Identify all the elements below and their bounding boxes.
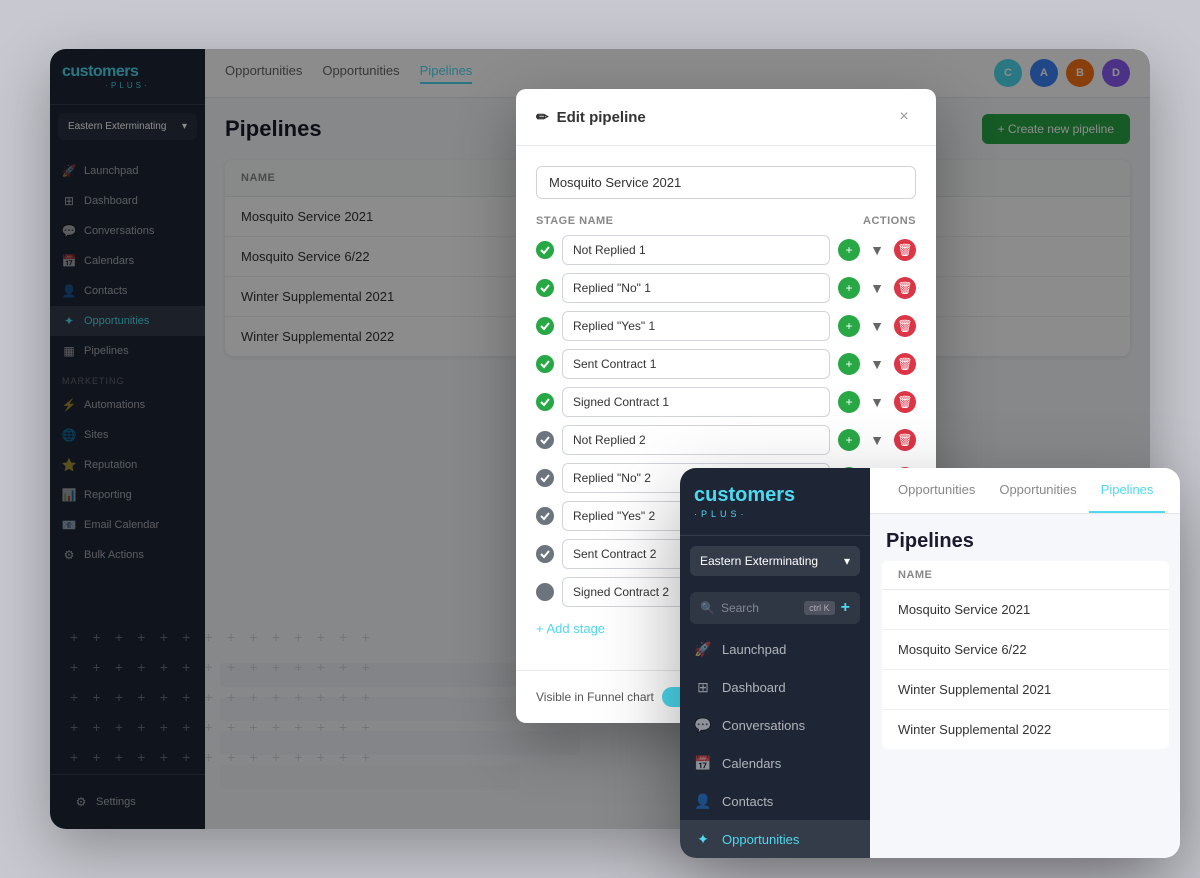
- zoomed-nav-item-opportunities[interactable]: ✦ Opportunities: [680, 820, 870, 858]
- stage-check: [536, 431, 554, 449]
- funnel-chart-label: Visible in Funnel chart: [536, 690, 654, 704]
- stage-check: [536, 317, 554, 335]
- stage-actions: + ▼ 🗑: [838, 429, 916, 451]
- zoomed-table-row[interactable]: Mosquito Service 2021: [882, 590, 1169, 630]
- zoomed-nav-label: Contacts: [722, 794, 773, 809]
- search-icon: 🔍: [700, 601, 715, 615]
- stage-row: + ▼ 🗑: [536, 425, 916, 455]
- zoomed-table-row[interactable]: Winter Supplemental 2022: [882, 710, 1169, 749]
- calendars-icon: 📅: [694, 754, 712, 772]
- stage-actions: + ▼ 🗑: [838, 353, 916, 375]
- stage-check: [536, 393, 554, 411]
- zoomed-nav-item-calendars[interactable]: 📅 Calendars: [680, 744, 870, 782]
- stage-name-label: Stage name: [536, 215, 614, 227]
- dashboard-icon: ⊞: [694, 678, 712, 696]
- stage-filter-button[interactable]: ▼: [866, 239, 888, 261]
- stage-actions: + ▼ 🗑: [838, 277, 916, 299]
- zoomed-nav-item-conversations[interactable]: 💬 Conversations: [680, 706, 870, 744]
- stage-add-button[interactable]: +: [838, 239, 860, 261]
- stage-name-input[interactable]: [562, 387, 830, 417]
- stage-actions: + ▼ 🗑: [838, 239, 916, 261]
- stage-filter-button[interactable]: ▼: [866, 277, 888, 299]
- zoomed-table-row[interactable]: Mosquito Service 6/22: [882, 630, 1169, 670]
- zoomed-card: customers ·PLUS· Eastern Exterminating ▾…: [680, 468, 1180, 858]
- stage-row: + ▼ 🗑: [536, 311, 916, 341]
- zoomed-nav-item-launchpad[interactable]: 🚀 Launchpad: [680, 630, 870, 668]
- zoomed-tab-opportunities-2[interactable]: Opportunities: [987, 468, 1088, 513]
- zoomed-tab-opportunities-1[interactable]: Opportunities: [886, 468, 987, 513]
- stage-name-input[interactable]: [562, 273, 830, 303]
- stage-check: [536, 279, 554, 297]
- stage-labels: Stage name Actions: [536, 215, 916, 227]
- modal-title: ✏ Edit pipeline: [536, 108, 646, 126]
- stage-delete-button[interactable]: 🗑: [894, 315, 916, 337]
- zoomed-table-header: Name: [882, 561, 1169, 590]
- zoomed-nav-label: Conversations: [722, 718, 805, 733]
- zoomed-logo-text: customers: [694, 484, 856, 507]
- stage-add-button[interactable]: +: [838, 429, 860, 451]
- stage-filter-button[interactable]: ▼: [866, 315, 888, 337]
- stage-delete-button[interactable]: 🗑: [894, 391, 916, 413]
- zoomed-nav-label: Calendars: [722, 756, 781, 771]
- modal-header: ✏ Edit pipeline ×: [516, 89, 936, 146]
- zoomed-search-kbd: ctrl K: [804, 601, 835, 615]
- zoomed-main: Opportunities Opportunities Pipelines Pi…: [870, 468, 1180, 858]
- zoomed-search-placeholder: Search: [721, 601, 798, 615]
- zoomed-nav-item-contacts[interactable]: 👤 Contacts: [680, 782, 870, 820]
- zoomed-company-select[interactable]: Eastern Exterminating ▾: [690, 546, 860, 576]
- stage-check: [536, 469, 554, 487]
- launchpad-icon: 🚀: [694, 640, 712, 658]
- stage-add-button[interactable]: +: [838, 277, 860, 299]
- zoomed-page-title: Pipelines: [870, 514, 1180, 561]
- stage-actions: + ▼ 🗑: [838, 391, 916, 413]
- stage-row: + ▼ 🗑: [536, 387, 916, 417]
- stage-check: [536, 583, 554, 601]
- pipeline-name-input[interactable]: [536, 166, 916, 199]
- stage-add-button[interactable]: +: [838, 391, 860, 413]
- funnel-chart-toggle-group: Visible in Funnel chart: [536, 687, 698, 707]
- stage-name-input[interactable]: [562, 349, 830, 379]
- opportunities-icon: ✦: [694, 830, 712, 848]
- conversations-icon: 💬: [694, 716, 712, 734]
- zoomed-table: Name Mosquito Service 2021 Mosquito Serv…: [870, 561, 1180, 749]
- stage-filter-button[interactable]: ▼: [866, 429, 888, 451]
- zoomed-nav-label: Dashboard: [722, 680, 786, 695]
- zoomed-table-row[interactable]: Winter Supplemental 2021: [882, 670, 1169, 710]
- actions-label: Actions: [863, 215, 916, 227]
- zoomed-search-plus[interactable]: +: [841, 599, 850, 617]
- stage-check: [536, 355, 554, 373]
- stage-add-button[interactable]: +: [838, 353, 860, 375]
- stage-check: [536, 241, 554, 259]
- stage-check: [536, 507, 554, 525]
- zoomed-nav-item-dashboard[interactable]: ⊞ Dashboard: [680, 668, 870, 706]
- stage-delete-button[interactable]: 🗑: [894, 353, 916, 375]
- stage-filter-button[interactable]: ▼: [866, 353, 888, 375]
- stage-row: + ▼ 🗑: [536, 235, 916, 265]
- stage-name-input[interactable]: [562, 311, 830, 341]
- zoomed-search[interactable]: 🔍 Search ctrl K +: [690, 592, 860, 624]
- stage-check: [536, 545, 554, 563]
- zoomed-logo-sub: ·PLUS·: [694, 509, 856, 519]
- zoomed-tabs: Opportunities Opportunities Pipelines: [870, 468, 1180, 514]
- contacts-icon: 👤: [694, 792, 712, 810]
- zoomed-tab-pipelines[interactable]: Pipelines: [1089, 468, 1166, 513]
- modal-close-button[interactable]: ×: [892, 105, 916, 129]
- stage-actions: + ▼ 🗑: [838, 315, 916, 337]
- chevron-down-icon: ▾: [844, 554, 850, 568]
- zoomed-sidebar: customers ·PLUS· Eastern Exterminating ▾…: [680, 468, 870, 858]
- zoomed-nav-label: Launchpad: [722, 642, 786, 657]
- stage-name-input[interactable]: [562, 425, 830, 455]
- stage-delete-button[interactable]: 🗑: [894, 277, 916, 299]
- stage-delete-button[interactable]: 🗑: [894, 429, 916, 451]
- stage-row: + ▼ 🗑: [536, 273, 916, 303]
- edit-icon: ✏: [536, 108, 549, 126]
- stage-name-input[interactable]: [562, 235, 830, 265]
- zoomed-logo: customers ·PLUS·: [680, 468, 870, 536]
- stage-row: + ▼ 🗑: [536, 349, 916, 379]
- stage-filter-button[interactable]: ▼: [866, 391, 888, 413]
- zoomed-company-name: Eastern Exterminating: [700, 554, 818, 568]
- stage-add-button[interactable]: +: [838, 315, 860, 337]
- stage-delete-button[interactable]: 🗑: [894, 239, 916, 261]
- zoomed-nav-label: Opportunities: [722, 832, 799, 847]
